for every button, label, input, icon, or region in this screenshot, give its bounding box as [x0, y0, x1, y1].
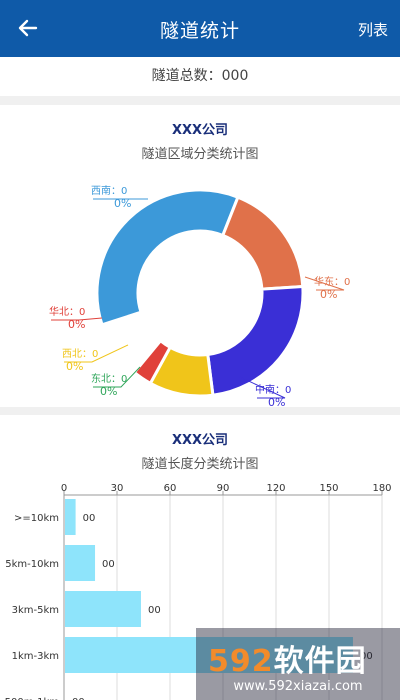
y-category-label-0: >=10km [14, 513, 59, 524]
x-tick-label-0: 0 [61, 483, 67, 494]
x-tick-label-4: 120 [266, 483, 285, 494]
y-category-label-1: 5km-10km [5, 559, 59, 570]
x-tick-label-5: 150 [319, 483, 338, 494]
bar-0 [65, 499, 76, 535]
donut-slice-2 [206, 284, 305, 397]
y-category-label-3: 1km-3km [12, 651, 59, 662]
list-button[interactable]: 列表 [358, 19, 388, 40]
donut-label-2: 中南：0 [255, 383, 291, 396]
watermark-text: 软件园 [273, 644, 367, 679]
app-bar: 隧道统计 列表 [0, 0, 400, 57]
bar-value-label-1: 00 [102, 559, 115, 570]
donut-percent-2: 0% [268, 396, 285, 407]
region-donut-chart: 西南：00%华东：00%中南：00%东北：00%西北：00%华北：00% [49, 184, 350, 407]
watermark-url: www.592xiazai.com [233, 679, 363, 694]
bar-1 [65, 545, 96, 581]
site-watermark: 592软件园 www.592xiazai.com [196, 628, 400, 700]
region-chart-card: XXX公司 隧道区域分类统计图 西南：0 0% 华东：0 0% 中南：0 0% 东北：0 0%… [0, 105, 400, 407]
donut-percent-3: 0% [100, 385, 117, 398]
donut-slice-1 [220, 195, 305, 291]
donut-slice-0 [95, 188, 240, 327]
donut-label-3: 东北：0 [91, 372, 127, 385]
x-tick-label-2: 60 [164, 483, 177, 494]
y-category-label-2: 3km-5km [12, 605, 59, 616]
donut-label-4: 西北：0 [62, 348, 98, 360]
bar-2 [65, 591, 141, 627]
bar-value-label-2: 00 [148, 605, 161, 616]
x-tick-label-1: 30 [111, 483, 124, 494]
total-count: 隧道总数：000 [0, 57, 400, 96]
donut-label-5: 华北：0 [49, 305, 85, 318]
donut-label-1: 华东：0 [314, 275, 350, 288]
donut-percent-4: 0% [66, 360, 83, 373]
page-title: 隧道统计 [159, 20, 240, 42]
donut-percent-0: 0% [114, 197, 131, 210]
donut-label-0: 西南：0 [91, 184, 127, 197]
x-tick-label-3: 90 [217, 483, 230, 494]
watermark-logo: 592软件园 [208, 636, 367, 680]
donut-percent-5: 0% [68, 318, 85, 331]
x-tick-label-6: 180 [372, 483, 391, 494]
watermark-number: 592 [208, 644, 274, 679]
donut-percent-1: 0% [320, 288, 337, 301]
bar-value-label-0: 00 [83, 513, 96, 524]
